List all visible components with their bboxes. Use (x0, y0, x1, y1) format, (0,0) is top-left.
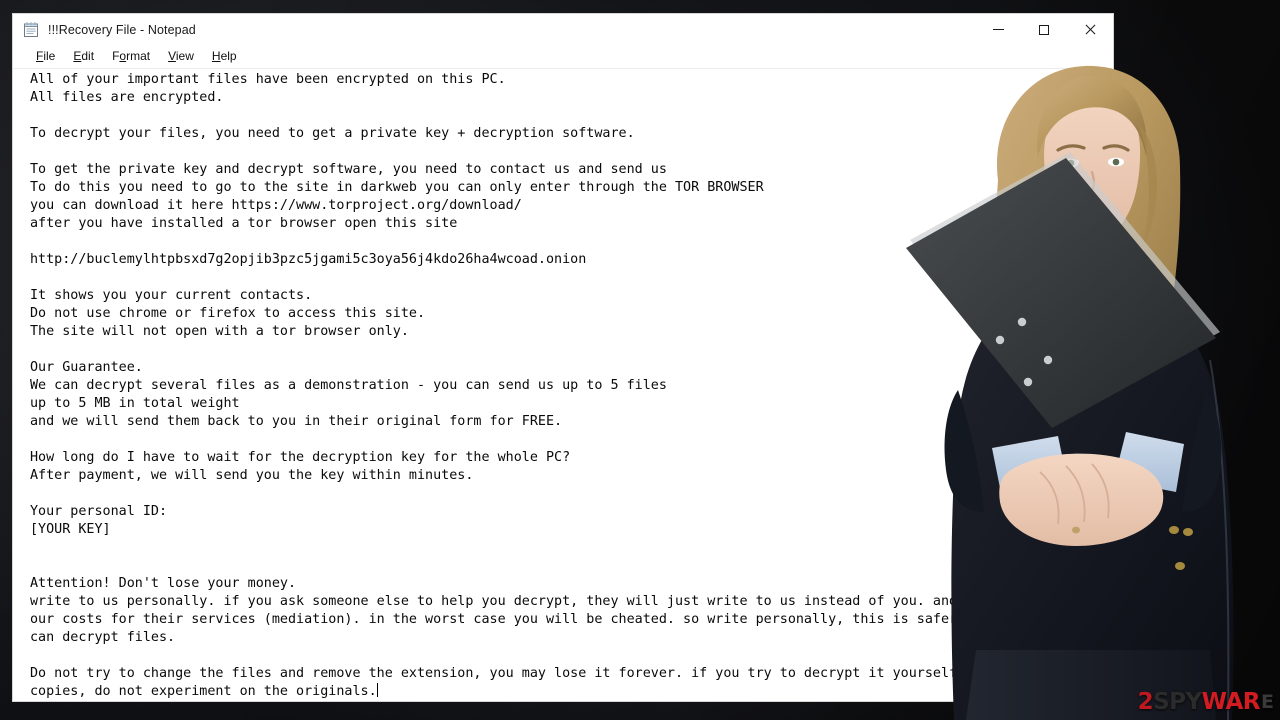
menu-item-file[interactable]: File (27, 47, 64, 66)
minimize-icon (992, 29, 1004, 30)
shirt-cuff-right (1114, 432, 1184, 492)
title-bar[interactable]: !!!Recovery File - Notepad (13, 14, 1113, 45)
maximize-button[interactable] (1021, 14, 1067, 45)
menu-item-help[interactable]: Help (203, 47, 246, 66)
watermark-logo: 2 SPY WAR E (1137, 689, 1274, 715)
editor-area: All of your important files have been en… (13, 68, 1113, 701)
menu-bar: File Edit Format View Help (13, 45, 1113, 68)
close-button[interactable] (1067, 14, 1113, 45)
watermark-part-e: E (1261, 691, 1274, 713)
watermark-part-war: WAR (1201, 689, 1261, 715)
minimize-button[interactable] (975, 14, 1021, 45)
ransom-note-text[interactable]: All of your important files have been en… (13, 69, 1096, 701)
menu-item-edit[interactable]: Edit (64, 47, 103, 66)
menu-item-format[interactable]: Format (103, 47, 159, 66)
scroll-up-button[interactable] (1097, 69, 1113, 86)
window-title: !!!Recovery File - Notepad (48, 22, 196, 37)
jacket-edge-highlight (1209, 359, 1230, 720)
iris-right (1112, 158, 1120, 166)
window-controls (975, 14, 1113, 45)
notepad-icon (23, 21, 40, 38)
note-body: All of your important files have been en… (30, 72, 1096, 699)
watermark-part-2: 2 (1137, 689, 1154, 715)
watermark-part-spy: SPY (1153, 689, 1202, 715)
scrollbar-thumb[interactable] (1097, 86, 1113, 646)
text-caret (376, 683, 378, 697)
title-bar-left: !!!Recovery File - Notepad (13, 21, 196, 38)
close-icon (1084, 24, 1096, 36)
menu-item-view[interactable]: View (159, 47, 203, 66)
hair-strand-right (1136, 120, 1158, 250)
desktop-background: !!!Recovery File - Notepad File Edit For… (0, 0, 1280, 720)
sleeve-right (1182, 390, 1222, 512)
scrollbar-track[interactable] (1097, 646, 1113, 684)
scroll-down-button[interactable] (1097, 684, 1113, 701)
maximize-icon (1039, 24, 1049, 35)
vertical-scrollbar[interactable] (1096, 69, 1113, 701)
notepad-window: !!!Recovery File - Notepad File Edit For… (13, 14, 1113, 701)
